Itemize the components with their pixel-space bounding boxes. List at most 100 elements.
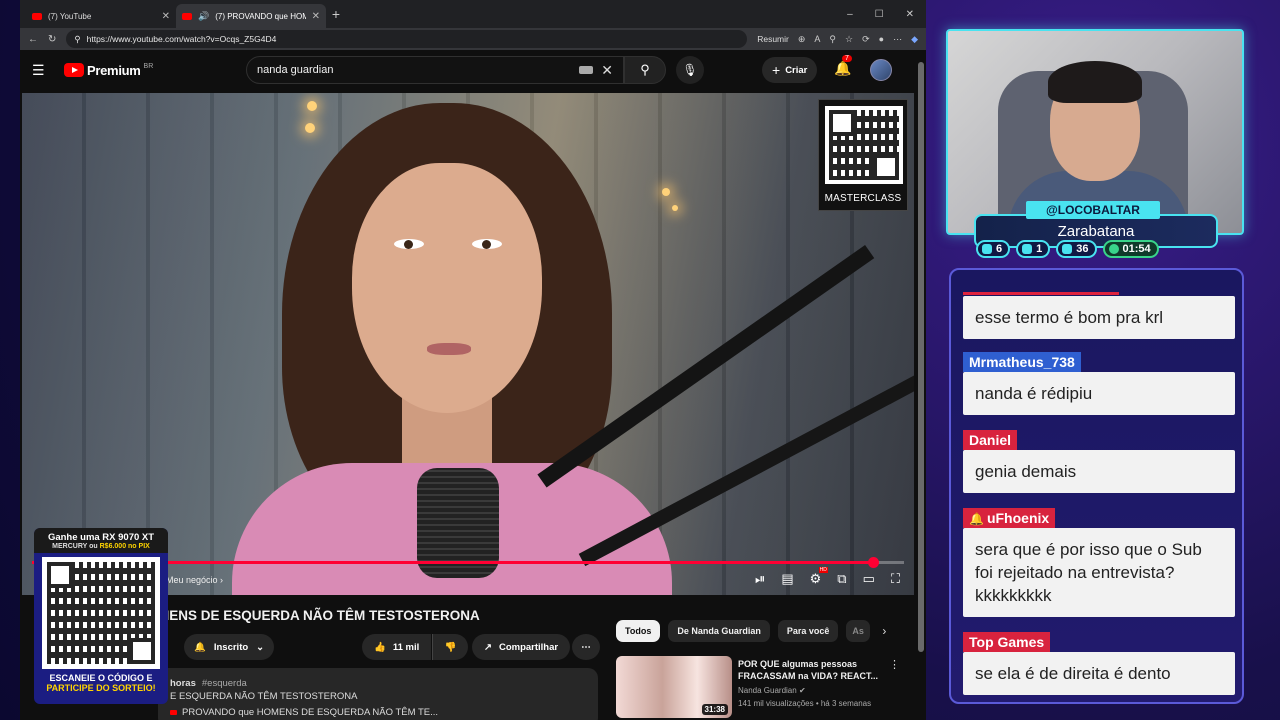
chat-user-bar: [963, 292, 1119, 295]
summarize-button[interactable]: Resumir: [757, 34, 789, 44]
clear-search-icon[interactable]: ✕: [601, 62, 613, 79]
chip-from-channel[interactable]: De Nanda Guardian: [668, 620, 770, 642]
read-aloud-icon[interactable]: A: [814, 34, 820, 44]
youtube-play-icon: [64, 63, 84, 77]
viewers-stat: 36: [1056, 240, 1097, 258]
like-count: 11 mil: [392, 641, 420, 653]
chat-panel: esse termo é bom pra krl Mrmatheus_738 n…: [949, 268, 1244, 704]
streamer-handle: @LOCOBALTAR: [1026, 201, 1160, 219]
voice-search-button[interactable]: 🎙: [676, 56, 704, 84]
speaker-icon[interactable]: 🔊: [198, 11, 209, 22]
subtitles-icon[interactable]: ▤: [781, 571, 793, 587]
tab-youtube-home[interactable]: (7) YouTube ✕: [26, 4, 176, 28]
youtube-header: ☰ Premium BR nanda guardian ✕ ⚲ 🎙 + Cria…: [20, 50, 926, 90]
channel-name[interactable]: Nanda Guardian ✔: [738, 686, 806, 695]
page-scrollbar[interactable]: [918, 52, 924, 712]
scrollbar-thumb[interactable]: [918, 62, 924, 652]
tab-title: (7) PROVANDO que HOMENS: [215, 11, 306, 21]
miniplayer-icon[interactable]: ⧉: [837, 571, 846, 587]
youtube-favicon-icon: [32, 12, 42, 20]
back-icon[interactable]: ←: [28, 34, 38, 45]
chapter-label[interactable]: Meu negócio ›: [166, 575, 223, 585]
copilot-icon[interactable]: ◆: [911, 34, 918, 45]
video-player[interactable]: MASTERCLASS Meu negócio › ⏯ ▤ ⚙ HD ⧉ ▭ ⛶: [22, 93, 914, 595]
create-label: Criar: [785, 64, 808, 76]
promo-footer: ESCANEIE O CÓDIGO E PARTICIPE DO SORTEIO…: [46, 673, 156, 693]
promo-subtitle: MERCURY ou R$6.000 no PIX: [52, 543, 150, 550]
chip-for-you[interactable]: Para você: [777, 620, 839, 642]
video-title: MENS DE ESQUERDA NÃO TÊM TESTOSTERONA: [158, 608, 480, 623]
notifications-button[interactable]: 🔔 7: [834, 55, 852, 77]
youtube-logo[interactable]: Premium BR: [64, 63, 153, 78]
close-tab-icon[interactable]: ✕: [162, 11, 170, 22]
settings-icon[interactable]: ⚙ HD: [810, 567, 828, 587]
chevron-down-icon: ⌄: [256, 641, 265, 653]
youtube-count-stat: 1: [1016, 240, 1051, 258]
hashtag-link[interactable]: #esquerda: [202, 678, 247, 689]
qr-code: [825, 106, 903, 184]
description-video-link[interactable]: PROVANDO que HOMENS DE ESQUERDA NÃO TÊM …: [182, 707, 438, 718]
extensions-icon[interactable]: ⟳: [862, 34, 870, 45]
autoplay-toggle-icon[interactable]: ⏯: [755, 571, 765, 587]
keyboard-icon[interactable]: [579, 66, 594, 74]
recommended-video-title[interactable]: POR QUE algumas pessoas FRACASSAM na VID…: [738, 658, 888, 682]
menu-dots-icon[interactable]: ⋯: [893, 34, 902, 45]
badge-icon: 🔔: [969, 512, 984, 526]
chat-message: esse termo é bom pra krl: [963, 296, 1235, 339]
presenter-mouth: [427, 343, 471, 355]
close-window-button[interactable]: ✕: [906, 9, 914, 20]
clock-icon: [1108, 244, 1119, 254]
giveaway-promo: Ganhe uma RX 9070 XT MERCURY ou R$6.000 …: [34, 528, 168, 704]
window-controls: – ☐ ✕: [847, 9, 926, 20]
search-input[interactable]: nanda guardian ✕: [246, 56, 624, 84]
new-tab-button[interactable]: +: [326, 6, 346, 22]
masterclass-qr-card[interactable]: MASTERCLASS: [818, 99, 908, 211]
like-button[interactable]: 👍 11 mil: [362, 634, 432, 660]
create-button[interactable]: + Criar: [762, 57, 818, 83]
tab-current-video[interactable]: 🔊 (7) PROVANDO que HOMENS ✕: [176, 4, 326, 28]
search-button[interactable]: ⚲: [624, 56, 666, 84]
more-options-icon[interactable]: ⋮: [889, 658, 900, 671]
streamer-hair: [1048, 61, 1142, 103]
fullscreen-icon[interactable]: ⛶: [891, 571, 900, 587]
chat-message-text: esse termo é bom pra krl: [963, 296, 1235, 339]
recommended-video[interactable]: 31:38 POR QUE algumas pessoas FRACASSAM …: [616, 656, 906, 720]
toolbar-actions: Resumir ⊕ A ⚲ ☆ ⟳ ● ⋯ ◆: [757, 34, 918, 45]
profile-icon[interactable]: ●: [879, 34, 884, 44]
dislike-button[interactable]: 👎: [432, 634, 468, 660]
description-box[interactable]: horas #esquerda E ESQUERDA NÃO TÊM TESTO…: [158, 668, 598, 720]
zoom-icon[interactable]: ⚲: [829, 34, 836, 45]
chip-all[interactable]: Todos: [616, 620, 661, 642]
share-button[interactable]: ↗ Compartilhar: [472, 634, 571, 660]
chat-message: Mrmatheus_738 nanda é rédipiu: [963, 352, 1235, 415]
chat-username: Daniel: [963, 430, 1018, 450]
brand-label: Premium: [87, 62, 141, 78]
subscribe-button[interactable]: 🔔 Inscrito ⌄: [184, 634, 275, 660]
verified-icon: ✔: [798, 686, 806, 695]
avatar[interactable]: [870, 59, 892, 81]
uptime-stat: 01:54: [1102, 240, 1159, 258]
chevron-right-icon[interactable]: ›: [882, 624, 886, 638]
chat-username: Mrmatheus_738: [963, 352, 1081, 372]
chip-more[interactable]: As: [846, 620, 871, 642]
translate-icon[interactable]: ⊕: [798, 34, 806, 45]
maximize-button[interactable]: ☐: [875, 9, 884, 20]
player-controls: ⏯ ▤ ⚙ HD ⧉ ▭ ⛶: [755, 567, 900, 587]
minimize-button[interactable]: –: [847, 9, 853, 20]
chat-message: 🔔 uFhoenix sera que é por isso que o Sub …: [963, 508, 1235, 617]
site-info-icon[interactable]: ⚲: [74, 34, 80, 45]
favorite-star-icon[interactable]: ☆: [845, 34, 853, 45]
stream-stats: 6 1 36 01:54: [976, 240, 1159, 258]
menu-icon[interactable]: ☰: [32, 62, 46, 79]
video-thumbnail[interactable]: 31:38: [616, 656, 732, 718]
subscribe-label: Inscrito: [213, 641, 249, 653]
chat-message-text: genia demais: [963, 450, 1235, 493]
close-tab-icon[interactable]: ✕: [312, 11, 320, 22]
more-actions-button[interactable]: ⋯: [572, 634, 600, 660]
theater-mode-icon[interactable]: ▭: [863, 571, 875, 587]
url-field[interactable]: ⚲ https://www.youtube.com/watch?v=Ocqs_Z…: [66, 30, 748, 48]
tab-strip: (7) YouTube ✕ 🔊 (7) PROVANDO que HOMENS …: [20, 0, 926, 28]
reload-icon[interactable]: ↻: [48, 34, 56, 45]
thumbs-up-icon: 👍: [374, 641, 386, 653]
chat-message-text: sera que é por isso que o Sub foi rejeit…: [963, 528, 1235, 617]
